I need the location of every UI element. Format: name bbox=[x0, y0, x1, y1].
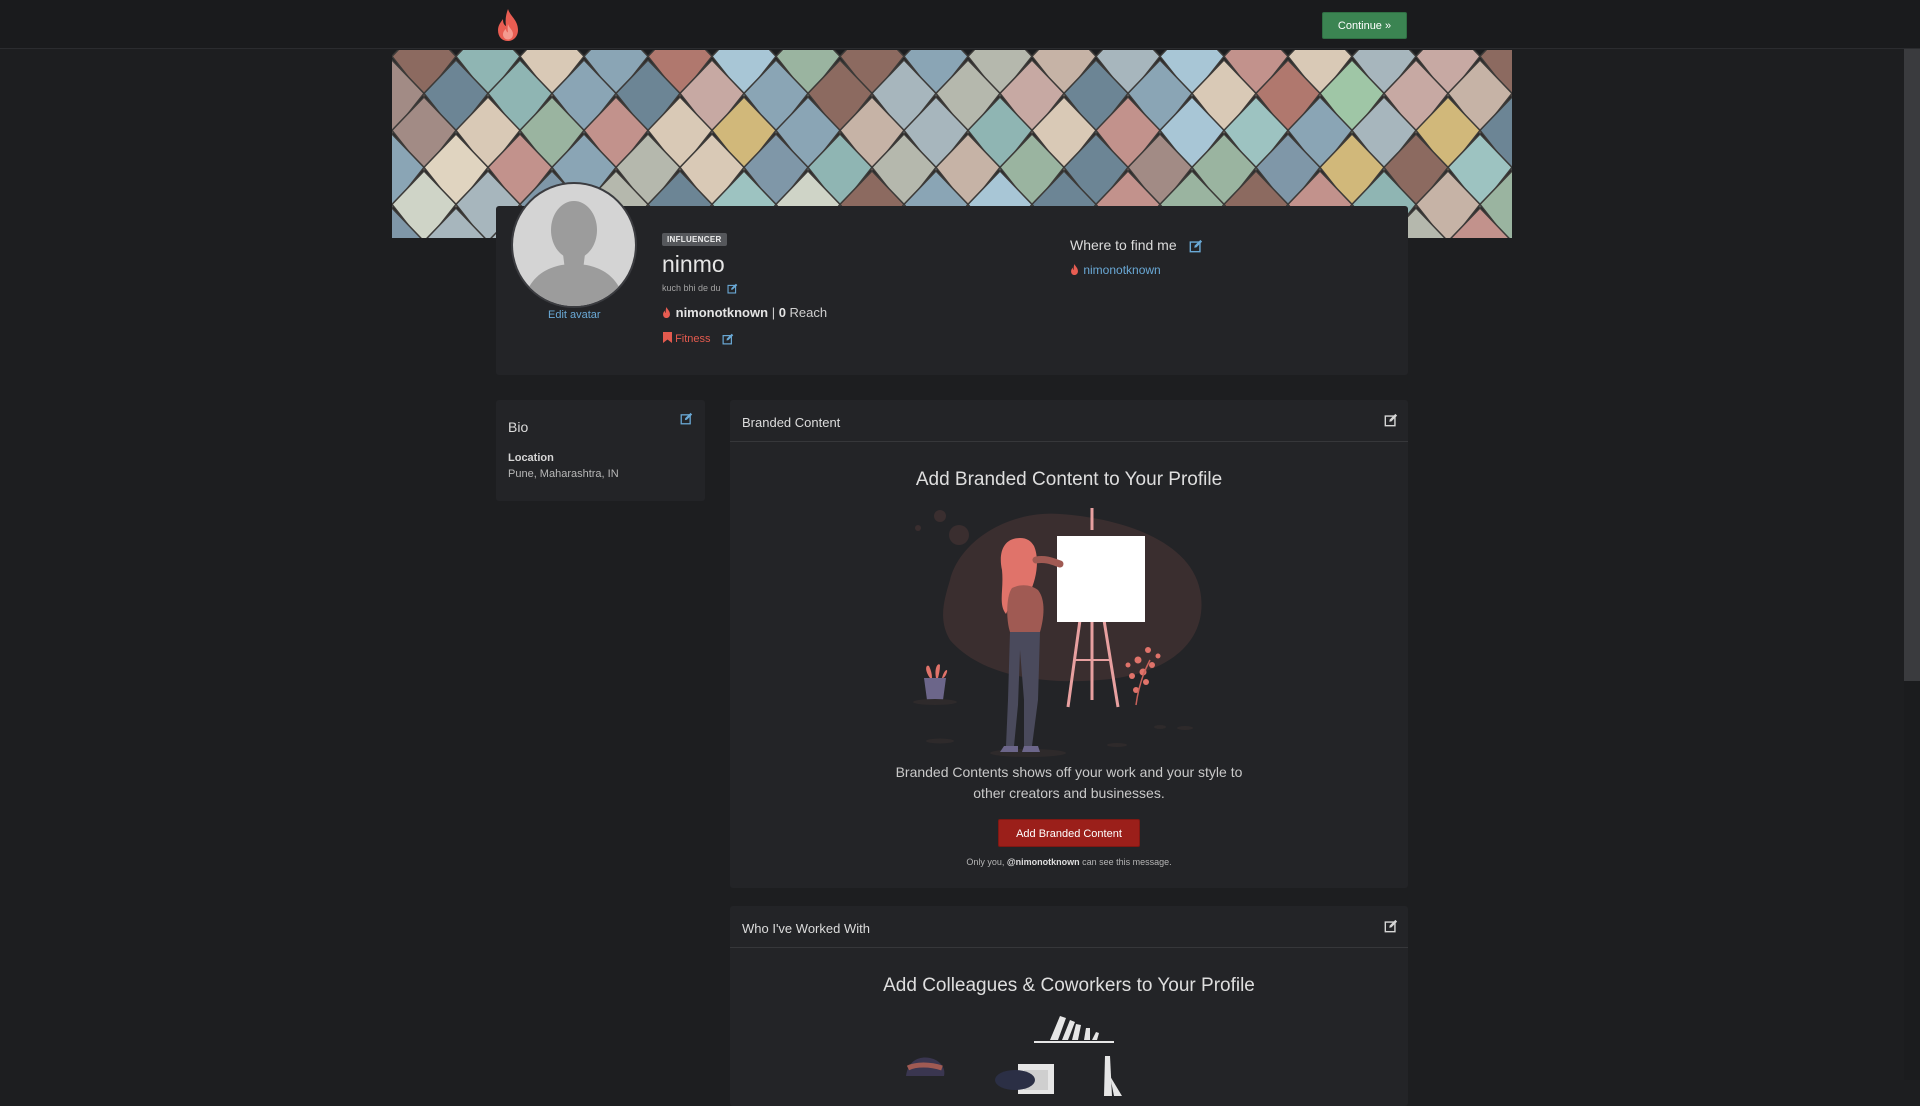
where-to-find-me-text: Where to find me bbox=[1070, 237, 1177, 253]
note-prefix: Only you, bbox=[966, 857, 1007, 867]
profile-tagline: kuch bhi de du bbox=[662, 283, 738, 294]
social-link[interactable]: nimonotknown bbox=[1069, 263, 1161, 277]
bio-card: Bio Location Pune, Maharashtra, IN bbox=[496, 400, 705, 501]
edit-avatar-link[interactable]: Edit avatar bbox=[548, 309, 601, 321]
edit-icon[interactable] bbox=[722, 333, 734, 345]
edit-icon[interactable] bbox=[1189, 239, 1203, 253]
location-value: Pune, Maharashtra, IN bbox=[508, 468, 619, 480]
add-branded-content-button[interactable]: Add Branded Content bbox=[998, 819, 1140, 847]
edit-icon[interactable] bbox=[727, 283, 738, 294]
reach-count: 0 bbox=[778, 305, 786, 320]
flame-icon bbox=[663, 307, 670, 318]
bookmark-icon bbox=[663, 332, 672, 343]
profile-handle: nimonotknown bbox=[675, 305, 769, 320]
card-header: Who I've Worked With bbox=[730, 906, 1408, 948]
card-header: Branded Content bbox=[730, 400, 1408, 442]
category-row: Fitness bbox=[663, 332, 734, 345]
scrollbar-thumb[interactable] bbox=[1904, 49, 1920, 681]
avatar[interactable] bbox=[511, 182, 637, 308]
flame-icon bbox=[1071, 264, 1078, 275]
separator: | bbox=[771, 305, 779, 320]
edit-icon[interactable] bbox=[1384, 919, 1398, 933]
social-link-text[interactable]: nimonotknown bbox=[1083, 263, 1160, 277]
bio-title: Bio bbox=[508, 419, 529, 435]
note-handle: @nimonotknown bbox=[1006, 857, 1080, 867]
card-header-title: Branded Content bbox=[742, 415, 841, 430]
colleagues-illustration bbox=[906, 1016, 1122, 1096]
edit-icon[interactable] bbox=[1384, 413, 1398, 427]
branded-content-card: Branded Content Add Branded Content to Y… bbox=[730, 400, 1408, 888]
top-navbar: Continue » bbox=[0, 0, 1920, 49]
location-label: Location bbox=[508, 452, 554, 464]
role-badge: INFLUENCER bbox=[662, 233, 727, 246]
reach-label: Reach bbox=[789, 305, 828, 320]
category-tag[interactable]: Fitness bbox=[675, 333, 710, 345]
note-suffix: can see this message. bbox=[1079, 857, 1172, 867]
continue-button[interactable]: Continue » bbox=[1322, 12, 1407, 39]
visibility-note: Only you, @nimonotknown can see this mes… bbox=[730, 857, 1408, 867]
tagline-text: kuch bhi de du bbox=[662, 283, 721, 293]
flame-logo-icon[interactable] bbox=[492, 8, 524, 42]
handle-reach-row: nimonotknown | 0 Reach bbox=[661, 305, 827, 320]
card-header-title: Who I've Worked With bbox=[742, 921, 870, 936]
artist-illustration bbox=[913, 508, 1202, 757]
edit-icon[interactable] bbox=[680, 412, 693, 425]
card-description: Branded Contents shows off your work and… bbox=[895, 764, 1243, 801]
profile-name: ninmo bbox=[662, 251, 725, 277]
where-to-find-me-title: Where to find me bbox=[1070, 237, 1203, 253]
worked-with-card: Who I've Worked With Add Colleagues & Co… bbox=[730, 906, 1408, 1106]
card-heading: Add Colleagues & Coworkers to Your Profi… bbox=[883, 975, 1255, 996]
avatar-placeholder-icon bbox=[513, 184, 635, 306]
card-heading: Add Branded Content to Your Profile bbox=[915, 469, 1223, 490]
